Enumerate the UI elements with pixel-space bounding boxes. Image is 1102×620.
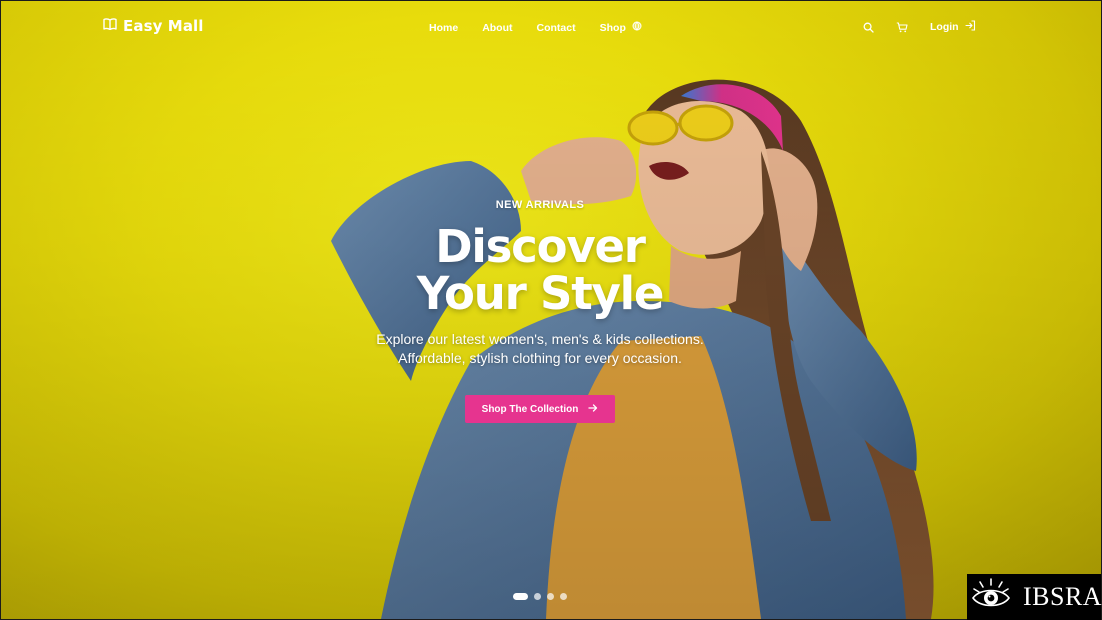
nav-actions: Login <box>863 20 976 34</box>
hero-title: Discover Your Style <box>416 220 665 320</box>
login-label: Login <box>930 21 959 33</box>
nav-link-contact[interactable]: Contact <box>537 22 576 34</box>
arrow-right-icon <box>588 403 598 416</box>
shop-collection-button[interactable]: Shop The Collection <box>465 395 615 423</box>
shop-collection-label: Shop The Collection <box>481 403 579 415</box>
book-open-icon <box>103 17 117 35</box>
nav-menu: Home About Contact Shop <box>429 21 642 34</box>
login-link[interactable]: Login <box>930 20 976 34</box>
brand-name: Easy Mall <box>123 17 204 35</box>
hero-section: Easy Mall Home About Contact Shop Login … <box>0 0 1102 620</box>
hero-subtitle: Explore our latest women's, men's & kids… <box>376 331 704 366</box>
watermark-text: IBSRA <box>1023 582 1102 611</box>
globe-icon <box>632 21 642 34</box>
hero-content: NEW ARRIVALS Discover Your Style Explore… <box>376 199 703 366</box>
search-icon[interactable] <box>863 22 874 33</box>
watermark-logo: IBSRA <box>967 574 1102 620</box>
nav-link-shop-label: Shop <box>599 21 626 34</box>
nav-link-about[interactable]: About <box>482 22 512 34</box>
carousel-dot-1[interactable] <box>513 593 528 600</box>
brand-logo[interactable]: Easy Mall <box>103 17 204 35</box>
carousel-dot-3[interactable] <box>547 593 554 600</box>
cart-icon[interactable] <box>896 21 908 33</box>
hero-eyebrow: NEW ARRIVALS <box>495 199 585 211</box>
carousel-dot-4[interactable] <box>560 593 567 600</box>
top-navigation: Easy Mall Home About Contact Shop Login <box>1 1 1101 55</box>
nav-link-home[interactable]: Home <box>429 22 458 34</box>
eye-icon <box>970 575 1012 620</box>
carousel-indicators <box>513 593 567 600</box>
sign-in-icon <box>965 20 976 34</box>
nav-link-shop[interactable]: Shop <box>600 21 642 34</box>
carousel-dot-2[interactable] <box>534 593 541 600</box>
